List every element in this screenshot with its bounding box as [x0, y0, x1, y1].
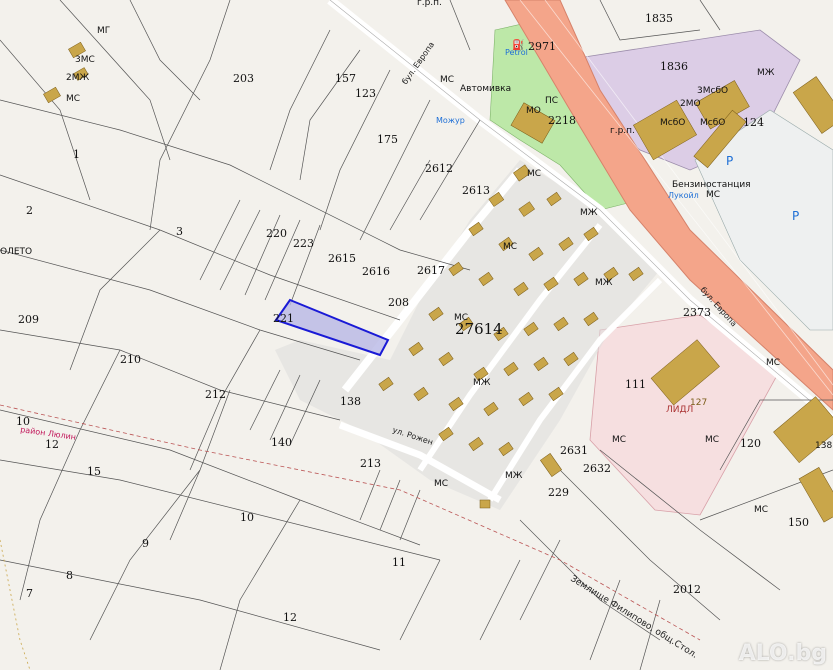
landuse-label: г.р.п.	[417, 0, 442, 8]
parking-icon: P	[726, 154, 733, 168]
landuse-label: МсбО	[660, 118, 685, 128]
poi-lidl: ЛИДЛ	[666, 405, 693, 415]
cadastral-map[interactable]: 1835 1836 2971 203 157 123 175 2612 2218…	[0, 0, 833, 670]
map-canvas: 1835 1836 2971 203 157 123 175 2612 2218…	[0, 0, 833, 670]
parcel-label: 138	[340, 395, 361, 408]
parcel-label: 2373	[683, 306, 711, 319]
parcel-label: 209	[18, 313, 39, 326]
landuse-label: МС	[434, 479, 448, 489]
fuel-icon: ⛽	[512, 38, 524, 51]
parcel-label: 7	[26, 587, 33, 600]
parking-icon: P	[792, 209, 799, 223]
landuse-label: МС	[754, 505, 768, 515]
landuse-label: МЖ	[580, 208, 598, 218]
parcel-label: 208	[388, 296, 409, 309]
parcel-label: 213	[360, 457, 381, 470]
parcel-label: 210	[120, 353, 141, 366]
parcel-label: 2631	[560, 444, 588, 457]
parcel-label: 12	[283, 611, 297, 624]
parcel-label: 10	[240, 511, 254, 524]
parcel-label: 203	[233, 72, 254, 85]
parcel-label: 229	[548, 486, 569, 499]
parcel-label: 2218	[548, 114, 576, 127]
poi-mozhur: Можур	[436, 116, 465, 125]
parcel-label: 2632	[583, 462, 611, 475]
landuse-label: МЖ	[757, 68, 775, 78]
parcel-label: 138	[815, 441, 832, 451]
parcel-label: 123	[355, 87, 376, 100]
parcel-label: 1	[73, 148, 80, 161]
parcel-label: 3	[176, 225, 183, 238]
parcel-label: 140	[271, 436, 292, 449]
parcel-label: 120	[740, 437, 761, 450]
parcel-label: 2012	[673, 583, 701, 596]
parcel-label: 2971	[528, 40, 556, 53]
landuse-label: МГ	[97, 26, 110, 36]
parcel-label: 220	[266, 227, 287, 240]
poi-avtomivka: Автомивка	[460, 84, 511, 94]
landuse-label: г.р.п.	[610, 126, 635, 136]
landuse-label: МС	[706, 190, 720, 200]
landuse-label: ПС	[545, 96, 558, 106]
poi-benzin: Бензиностанция	[672, 180, 751, 190]
parcel-label: 2	[26, 204, 33, 217]
parcel-label: 2615	[328, 252, 356, 265]
landuse-label: МЖ	[505, 471, 523, 481]
parcel-label: 2616	[362, 265, 390, 278]
parcel-label: 15	[87, 465, 101, 478]
parcel-label: 2613	[462, 184, 490, 197]
map-fragment: ОЛЕТО	[0, 247, 32, 257]
landuse-label: МС	[66, 94, 80, 104]
parcel-label: 9	[142, 537, 149, 550]
parcel-label: 157	[335, 72, 356, 85]
watermark-logo: ALO.bg	[738, 641, 827, 666]
landuse-label: МС	[527, 169, 541, 179]
landuse-label: МС	[503, 242, 517, 252]
parcel-label: 124	[743, 116, 764, 129]
landuse-label: МС	[705, 435, 719, 445]
parcel-label: 1836	[660, 60, 688, 73]
landuse-label: МС	[454, 313, 468, 323]
cadastre-boundary	[0, 539, 31, 670]
landuse-label: МС	[612, 435, 626, 445]
parcel-label: 150	[788, 516, 809, 529]
landuse-label: МЖ	[473, 378, 491, 388]
landuse-label: МС	[766, 358, 780, 368]
parcel-label: 8	[66, 569, 73, 582]
parcel-label: 2617	[417, 264, 445, 277]
parcel-label: 12	[45, 438, 59, 451]
parcel-label: 221	[273, 312, 294, 325]
landuse-label: МС	[440, 75, 454, 85]
landuse-label: 3МС	[75, 55, 95, 65]
landuse-label: МсбО	[700, 118, 725, 128]
landuse-label: 3МсбО	[697, 86, 728, 96]
landuse-label: МО	[526, 106, 541, 116]
parcel-label: 2612	[425, 162, 453, 175]
parcel-label: 11	[392, 556, 406, 569]
parcel-label: 111	[625, 378, 646, 391]
landuse-label: 2МО	[680, 99, 701, 109]
parcel-label: 223	[293, 237, 314, 250]
parcel-label: 212	[205, 388, 226, 401]
landuse-label: 2МЖ	[66, 73, 89, 83]
landuse-label: МЖ	[595, 278, 613, 288]
parcel-label: 175	[377, 133, 398, 146]
poi-lukoil: Лукойл	[668, 191, 699, 200]
parcel-label: 1835	[645, 12, 673, 25]
